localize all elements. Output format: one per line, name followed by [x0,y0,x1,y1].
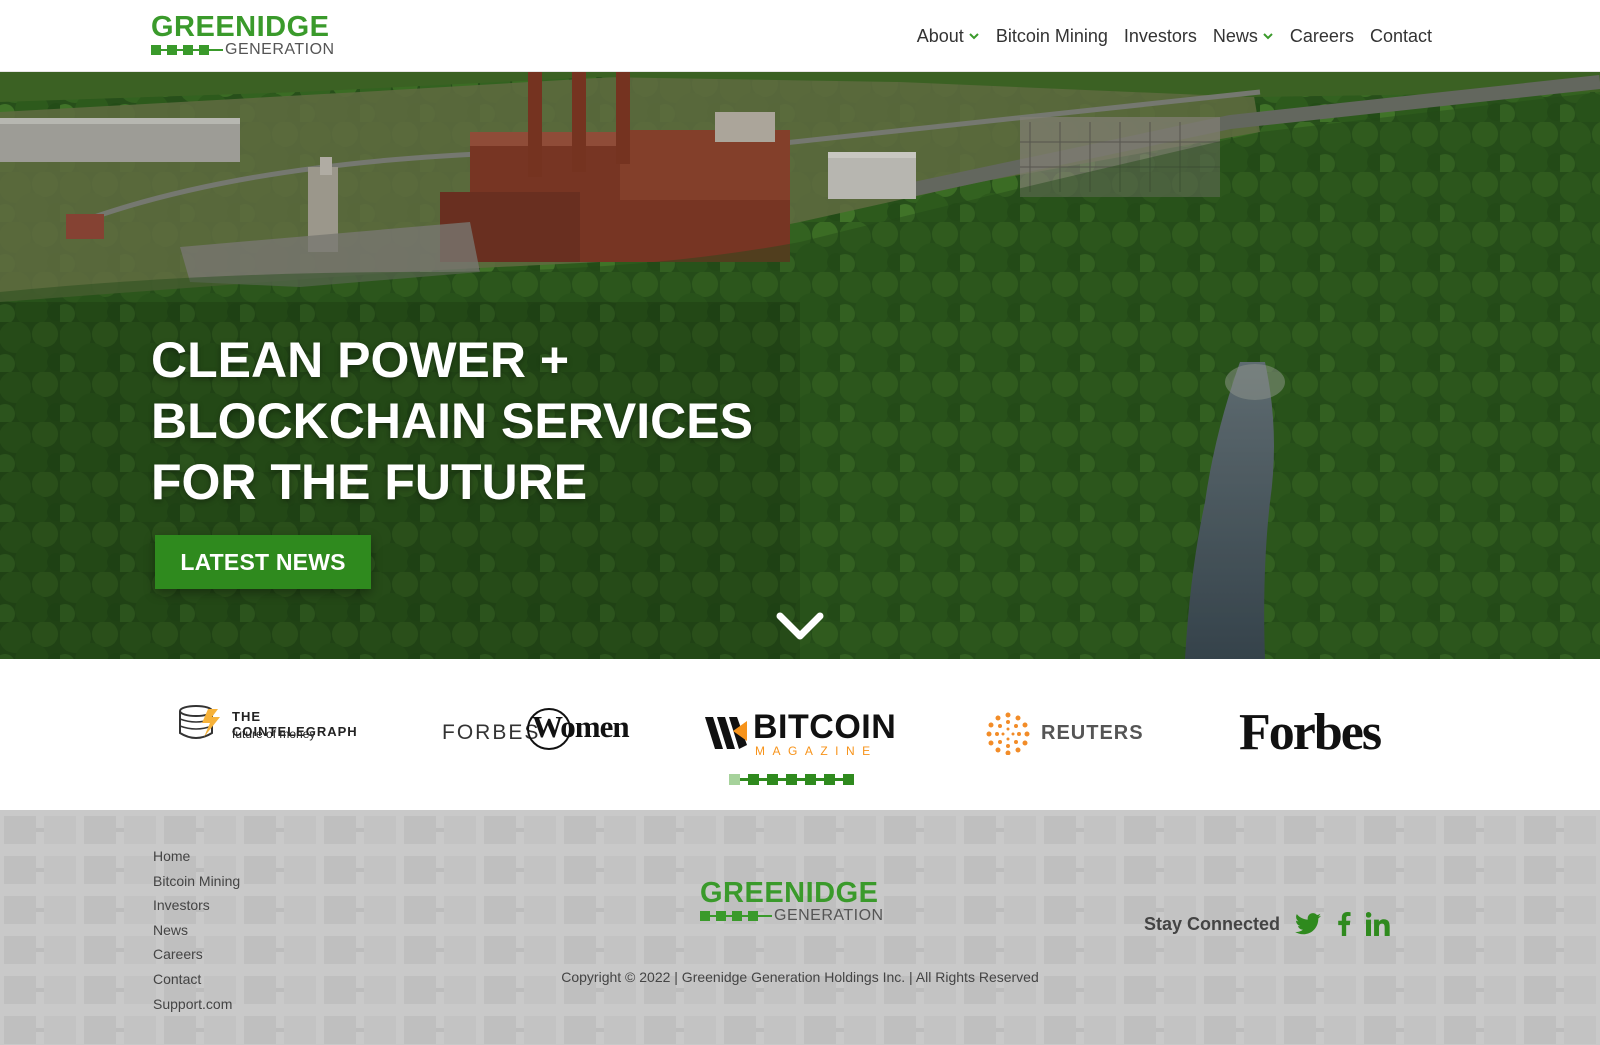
latest-news-button[interactable]: LATEST NEWS [155,535,371,589]
nav-bitcoin-mining[interactable]: Bitcoin Mining [988,0,1116,72]
site-footer: Home Bitcoin Mining Investors News Caree… [0,810,1600,1045]
carousel-pagination [729,773,873,785]
footer-links: Home Bitcoin Mining Investors News Caree… [153,844,240,1016]
press-logos-carousel: THE COINTELEGRAPH future of money FORBES… [0,659,1600,810]
logo-chain-mark [151,45,223,55]
chevron-down-icon [969,33,979,40]
footer-logo-chain-mark [700,911,772,921]
carousel-dot-1[interactable] [729,773,740,785]
stay-connected-label: Stay Connected [1144,914,1281,934]
carousel-dot-connector [759,777,767,781]
carousel-dot-connector [835,777,843,781]
carousel-dot-2[interactable] [748,773,759,785]
cointelegraph-logo[interactable]: THE COINTELEGRAPH future of money [178,703,388,747]
footer-link-home[interactable]: Home [153,844,240,869]
carousel-dot-6[interactable] [824,773,835,785]
carousel-dot-connector [797,777,805,781]
footer-link-bitcoin-mining-text[interactable]: Bitcoin Mining [153,873,240,889]
carousel-dot-7[interactable] [843,773,854,785]
carousel-dot-5[interactable] [805,773,816,785]
footer-link-news-text[interactable]: News [153,922,188,938]
nav-contact[interactable]: Contact [1362,0,1440,72]
forbes-women-logo[interactable]: FORBES Women [442,708,642,751]
cointelegraph-coin-icon [179,705,220,739]
footer-link-careers-text[interactable]: Careers [153,946,203,962]
nav-news[interactable]: News [1205,0,1282,72]
forbes-logo[interactable]: Forbes [1239,704,1409,761]
footer-logo-subtitle: GENERATION [774,907,884,924]
twitter-icon[interactable] [1294,910,1322,938]
hero-headline: CLEAN POWER + BLOCKCHAIN SERVICES FOR TH… [151,330,851,513]
nav-careers[interactable]: Careers [1282,0,1362,72]
hero-section: CLEAN POWER + BLOCKCHAIN SERVICES FOR TH… [0,72,1600,659]
carousel-dot-connector [816,777,824,781]
nav-investors-label: Investors [1123,25,1197,46]
carousel-dot-connector [778,777,786,781]
nav-about[interactable]: About [909,0,988,72]
carousel-dot-4[interactable] [786,773,797,785]
bitcoin-magazine-sub: MAGAZINE [755,744,878,758]
nav-news-label: News [1212,25,1258,46]
reuters-dot-mark [986,712,1030,755]
nav-investors[interactable]: Investors [1116,0,1205,72]
footer-link-careers[interactable]: Careers [153,942,240,967]
bitcoin-magazine-name: BITCOIN [753,708,897,746]
logo-wordmark: GREENIDGE [151,11,330,43]
footer-link-investors[interactable]: Investors [153,893,240,918]
site-header: GREENIDGE GENERATION About Bitcoin Minin… [0,0,1600,72]
footer-link-home-text[interactable]: Home [153,848,190,864]
facebook-icon[interactable] [1330,910,1358,938]
copyright-text: Copyright © 2022 | Greenidge Generation … [561,969,1039,985]
hero-headline-line-2: BLOCKCHAIN SERVICES [151,393,753,449]
footer-link-bitcoin-mining[interactable]: Bitcoin Mining [153,869,240,894]
linkedin-icon[interactable] [1364,910,1392,938]
chevron-down-icon [1263,33,1273,40]
chevron-down-icon[interactable] [776,612,824,642]
reuters-logo[interactable]: REUTERS [985,711,1145,755]
footer-link-news[interactable]: News [153,918,240,943]
footer-logo[interactable]: GREENIDGE GENERATION [700,878,910,928]
bitcoin-magazine-mark [705,717,747,749]
cointelegraph-tagline: future of money [232,727,316,741]
footer-link-support[interactable]: Support.com [153,992,240,1017]
nav-bitcoin-mining-label: Bitcoin Mining [995,25,1108,46]
footer-link-investors-text[interactable]: Investors [153,897,210,913]
forbes-name: Forbes [1239,704,1382,761]
hero-headline-line-3: FOR THE FUTURE [151,454,588,510]
reuters-name: REUTERS [1041,722,1144,744]
bitcoin-magazine-logo[interactable]: BITCOIN MAGAZINE [703,708,903,759]
carousel-dot-connector [740,777,748,781]
nav-about-label: About [916,25,964,46]
carousel-dot-3[interactable] [767,773,778,785]
nav-contact-label: Contact [1369,25,1432,46]
hero-headline-line-1: CLEAN POWER + [151,332,570,388]
footer-logo-wordmark: GREENIDGE [700,877,879,909]
greenidge-logo[interactable]: GREENIDGE GENERATION [151,12,341,60]
logo-subtitle: GENERATION [225,41,335,58]
forbes-women-suffix: Women [532,709,630,744]
nav-careers-label: Careers [1289,25,1354,46]
footer-link-support-text[interactable]: Support.com [153,996,232,1012]
main-nav: About Bitcoin Mining Investors News Care… [909,0,1440,72]
